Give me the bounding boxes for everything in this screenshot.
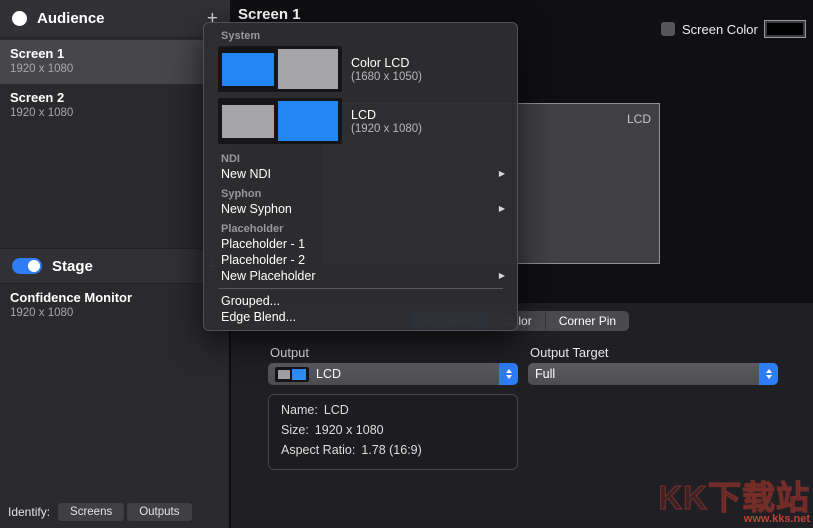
color-lcd-resolution: (1680 x 1050) bbox=[351, 71, 422, 83]
sidebar-item-confidence-monitor[interactable]: Confidence Monitor 1920 x 1080 bbox=[0, 284, 230, 328]
other-display-icon bbox=[278, 49, 338, 89]
screen-color-checkbox[interactable] bbox=[661, 22, 675, 36]
menu-header-ndi: NDI bbox=[204, 150, 517, 166]
tab-corner-pin[interactable]: Corner Pin bbox=[545, 311, 629, 331]
grouped-label: Grouped... bbox=[221, 293, 280, 309]
stage-toggle[interactable] bbox=[12, 258, 42, 274]
submenu-arrow-icon: ▶ bbox=[499, 166, 505, 182]
color-lcd-arrangement-thumbnail bbox=[218, 46, 342, 92]
submenu-arrow-icon: ▶ bbox=[499, 268, 505, 284]
info-name-label: Name: bbox=[281, 403, 318, 417]
page-title: Screen 1 bbox=[238, 6, 301, 23]
screen-color-well[interactable] bbox=[764, 20, 806, 38]
audience-section-title: Audience bbox=[37, 10, 197, 27]
edge-blend-label: Edge Blend... bbox=[221, 309, 296, 325]
confidence-monitor-title: Confidence Monitor bbox=[10, 290, 220, 305]
submenu-arrow-icon: ▶ bbox=[499, 201, 505, 217]
audience-section-header: Audience + bbox=[0, 0, 230, 38]
identify-outputs-button[interactable]: Outputs bbox=[127, 503, 191, 521]
new-syphon-label: New Syphon bbox=[221, 201, 292, 217]
confidence-monitor-resolution: 1920 x 1080 bbox=[10, 307, 220, 319]
stage-section-header: Stage + bbox=[0, 248, 230, 284]
audience-toggle[interactable] bbox=[12, 11, 27, 26]
menu-header-placeholder: Placeholder bbox=[204, 220, 517, 236]
menu-item-new-placeholder[interactable]: New Placeholder ▶ bbox=[204, 268, 517, 284]
screen-color-swatch bbox=[767, 23, 803, 35]
sidebar-item-screen-1[interactable]: Screen 1 1920 x 1080 bbox=[0, 40, 230, 84]
lcd-name: LCD bbox=[351, 108, 422, 122]
other-display-icon bbox=[222, 105, 274, 138]
menu-item-placeholder-2[interactable]: Placeholder - 2 bbox=[204, 252, 517, 268]
screen-2-resolution: 1920 x 1080 bbox=[10, 107, 220, 119]
info-size-label: Size: bbox=[281, 423, 309, 437]
output-target-dropdown-value: Full bbox=[535, 367, 752, 381]
new-placeholder-label: New Placeholder bbox=[221, 268, 316, 284]
menu-item-grouped[interactable]: Grouped... bbox=[204, 293, 517, 309]
stage-section-title: Stage bbox=[52, 258, 197, 275]
menu-item-new-ndi[interactable]: New NDI ▶ bbox=[204, 166, 517, 182]
menu-item-edge-blend[interactable]: Edge Blend... bbox=[204, 309, 517, 325]
selected-display-icon bbox=[278, 101, 338, 141]
output-display-thumbnail bbox=[275, 367, 309, 382]
display-info-box: Name: LCD Size: 1920 x 1080 Aspect Ratio… bbox=[268, 394, 518, 470]
output-dropdown-stepper-icon bbox=[499, 363, 518, 385]
info-row-aspect-ratio: Aspect Ratio: 1.78 (16:9) bbox=[269, 440, 517, 460]
new-ndi-label: New NDI bbox=[221, 166, 271, 182]
info-row-name: Name: LCD bbox=[269, 400, 517, 420]
identify-row: Identify: Screens Outputs bbox=[8, 503, 192, 521]
identify-screens-button[interactable]: Screens bbox=[58, 503, 124, 521]
output-dropdown[interactable]: LCD bbox=[268, 363, 518, 385]
screen-color-label: Screen Color bbox=[682, 22, 758, 37]
output-label: Output bbox=[270, 345, 309, 360]
menu-item-color-lcd[interactable]: Color LCD (1680 x 1050) bbox=[204, 43, 517, 95]
selected-display-icon bbox=[222, 53, 274, 86]
display-arrangement-label: LCD bbox=[627, 112, 651, 126]
screen-2-title: Screen 2 bbox=[10, 90, 220, 105]
app-window: Audience + Screen 1 1920 x 1080 Screen 2… bbox=[0, 0, 813, 528]
stage-toggle-knob bbox=[28, 260, 40, 272]
menu-item-lcd[interactable]: LCD (1920 x 1080) bbox=[204, 95, 517, 147]
output-target-label: Output Target bbox=[530, 345, 609, 360]
sidebar: Audience + Screen 1 1920 x 1080 Screen 2… bbox=[0, 0, 230, 528]
screen-1-title: Screen 1 bbox=[10, 46, 220, 61]
sidebar-item-screen-2[interactable]: Screen 2 1920 x 1080 bbox=[0, 84, 230, 128]
placeholder-2-label: Placeholder - 2 bbox=[221, 252, 305, 268]
menu-item-new-syphon[interactable]: New Syphon ▶ bbox=[204, 201, 517, 217]
info-row-size: Size: 1920 x 1080 bbox=[269, 420, 517, 440]
placeholder-1-label: Placeholder - 1 bbox=[221, 236, 305, 252]
lcd-resolution: (1920 x 1080) bbox=[351, 123, 422, 135]
identify-label: Identify: bbox=[8, 505, 50, 519]
screen-1-resolution: 1920 x 1080 bbox=[10, 63, 220, 75]
info-size-value: 1920 x 1080 bbox=[315, 423, 384, 437]
add-screen-context-menu: System Color LCD (1680 x 1050) LCD (1920… bbox=[203, 22, 518, 331]
lcd-arrangement-thumbnail bbox=[218, 98, 342, 144]
output-dropdown-value: LCD bbox=[316, 367, 492, 381]
menu-header-syphon: Syphon bbox=[204, 185, 517, 201]
info-aspect-value: 1.78 (16:9) bbox=[361, 443, 421, 457]
color-lcd-name: Color LCD bbox=[351, 56, 422, 70]
menu-header-system: System bbox=[204, 27, 517, 43]
info-name-value: LCD bbox=[324, 403, 349, 417]
info-aspect-label: Aspect Ratio: bbox=[281, 443, 355, 457]
menu-separator bbox=[218, 288, 503, 289]
output-target-dropdown-stepper-icon bbox=[759, 363, 778, 385]
output-target-dropdown[interactable]: Full bbox=[528, 363, 778, 385]
menu-item-placeholder-1[interactable]: Placeholder - 1 bbox=[204, 236, 517, 252]
